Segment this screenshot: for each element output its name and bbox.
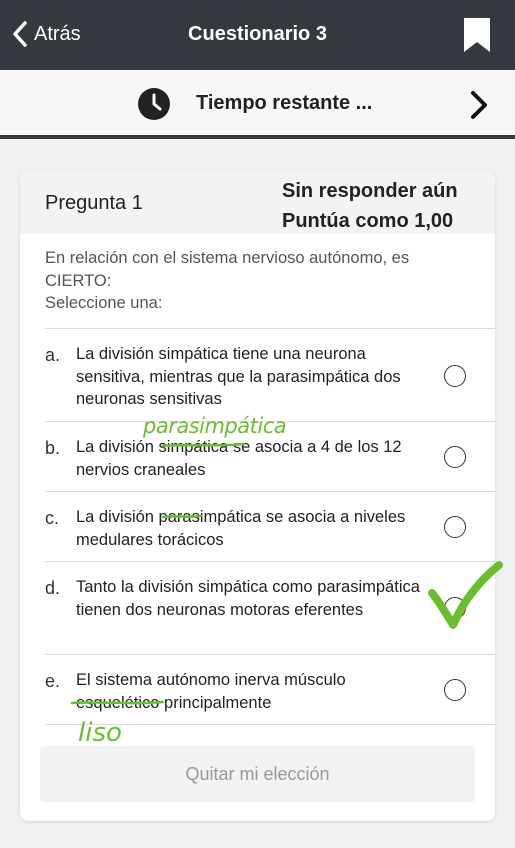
- clear-choice-button[interactable]: Quitar mi elección: [40, 746, 475, 802]
- option-letter: a.: [45, 345, 61, 365]
- radio-button[interactable]: [444, 516, 466, 538]
- option-text: La división simpática tiene una neurona …: [76, 345, 401, 408]
- question-card: Pregunta 1 Sin responder aún Puntúa como…: [20, 170, 495, 821]
- option-e[interactable]: e. El sistema autónomo inerva músculo es…: [20, 655, 495, 724]
- question-score: Puntúa como 1,00: [282, 210, 454, 232]
- chevron-right-icon[interactable]: [469, 90, 489, 120]
- select-prompt: Seleccione una:: [45, 294, 163, 312]
- option-b[interactable]: b. La división simpática se asocia a 4 d…: [20, 422, 495, 491]
- divider: [45, 724, 495, 725]
- option-letter: c.: [45, 508, 60, 528]
- option-text: La división simpática se asocia a 4 de l…: [76, 438, 402, 479]
- top-bar: Atrás Cuestionario 3: [0, 0, 515, 70]
- time-remaining[interactable]: Tiempo restante ...: [196, 92, 372, 115]
- question-info: Sin responder aún Puntúa como 1,00: [282, 176, 458, 236]
- clock-icon: [138, 88, 170, 120]
- question-number: Pregunta 1: [45, 192, 143, 214]
- answer-status: Sin responder aún: [282, 180, 458, 202]
- option-a[interactable]: a. La división simpática tiene una neuro…: [20, 329, 495, 421]
- question-text: En relación con el sistema nervioso autó…: [45, 249, 410, 290]
- timer-bar: Tiempo restante ...: [0, 70, 515, 139]
- question-header: Pregunta 1 Sin responder aún Puntúa como…: [20, 170, 495, 234]
- radio-button[interactable]: [444, 365, 466, 387]
- radio-button[interactable]: [444, 446, 466, 468]
- option-letter: e.: [45, 671, 61, 691]
- option-c[interactable]: c. La división parasimpática se asocia a…: [20, 492, 495, 561]
- radio-button[interactable]: [444, 679, 466, 701]
- option-letter: b.: [45, 438, 61, 458]
- page-title: Cuestionario 3: [188, 23, 327, 45]
- radio-button[interactable]: [444, 597, 466, 619]
- option-d[interactable]: d. Tanto la división simpática como para…: [20, 562, 495, 654]
- bookmark-icon[interactable]: [463, 17, 491, 53]
- option-text: El sistema autónomo inerva músculo esque…: [76, 671, 346, 712]
- option-text: La división parasimpática se asocia a ni…: [76, 508, 406, 549]
- option-text: Tanto la división simpática como parasim…: [76, 578, 420, 619]
- option-letter: d.: [45, 578, 61, 598]
